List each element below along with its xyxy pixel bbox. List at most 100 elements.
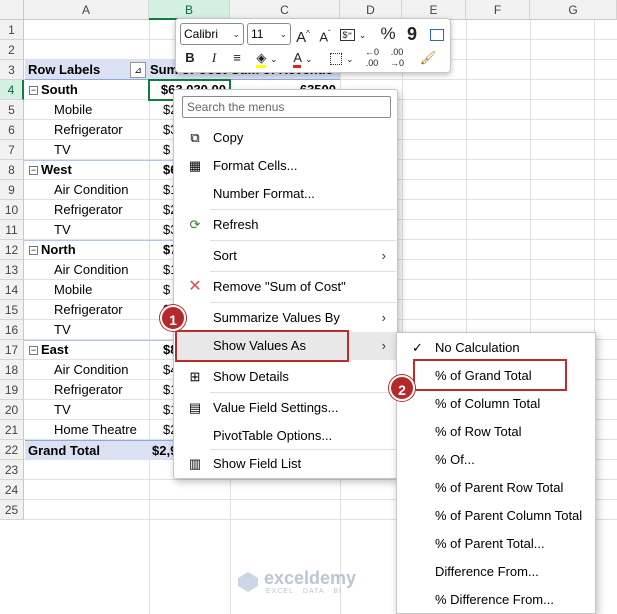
row-header-12[interactable]: 12 bbox=[0, 240, 24, 260]
font-color-button[interactable]: A ⌄ bbox=[288, 47, 318, 69]
percent-style-button[interactable]: % bbox=[378, 23, 398, 45]
accounting-format-button[interactable]: $⁼ ⌄ bbox=[339, 23, 367, 45]
column-header-d[interactable]: D bbox=[340, 0, 402, 20]
comma-style-button[interactable]: 9 bbox=[404, 23, 420, 45]
align-center-icon: ≡ bbox=[233, 50, 241, 65]
pivot-item-label[interactable]: Mobile bbox=[25, 100, 149, 120]
submenu-item-no-calculation[interactable]: ✓ No Calculation bbox=[398, 334, 595, 362]
menu-item-remove-field[interactable]: ✕ Remove "Sum of Cost" bbox=[175, 273, 396, 301]
row-header-24[interactable]: 24 bbox=[0, 480, 24, 500]
collapse-icon[interactable]: − bbox=[29, 86, 38, 95]
row-header-15[interactable]: 15 bbox=[0, 300, 24, 320]
pivot-item-label[interactable]: Refrigerator bbox=[25, 200, 149, 220]
font-size-combo[interactable]: 11 ⌄ bbox=[247, 23, 291, 45]
submenu-item-percent-difference-from[interactable]: % Difference From... bbox=[398, 586, 595, 614]
row-header-16[interactable]: 16 bbox=[0, 320, 24, 340]
menu-search-input[interactable]: Search the menus bbox=[182, 96, 391, 118]
submenu-item-percent-of-parent-row-total[interactable]: % of Parent Row Total bbox=[398, 474, 595, 502]
pivot-item-label[interactable]: Air Condition bbox=[25, 260, 149, 280]
row-header-13[interactable]: 13 bbox=[0, 260, 24, 280]
row-header-8[interactable]: 8 bbox=[0, 160, 24, 180]
column-header-b[interactable]: B bbox=[149, 0, 230, 20]
pivot-item-label[interactable]: Mobile bbox=[25, 280, 149, 300]
menu-item-copy[interactable]: ⧉ Copy bbox=[175, 124, 396, 152]
pivot-item-label[interactable]: Refrigerator bbox=[25, 380, 149, 400]
pivot-item-label[interactable]: TV bbox=[25, 400, 149, 420]
borders-button[interactable]: ⌄ bbox=[328, 47, 356, 69]
column-header-a[interactable]: A bbox=[24, 0, 149, 20]
menu-item-show-details[interactable]: ⊞ Show Details bbox=[175, 363, 396, 391]
pivot-region-label[interactable]: − West bbox=[25, 160, 149, 180]
fill-color-button[interactable]: ◈ ⌄ bbox=[252, 47, 282, 69]
row-header-22[interactable]: 22 bbox=[0, 440, 24, 460]
font-name-combo[interactable]: Calibri ⌄ bbox=[180, 23, 244, 45]
menu-item-sort[interactable]: Sort › bbox=[175, 242, 396, 270]
menu-item-format-cells[interactable]: ▦ Format Cells... bbox=[175, 152, 396, 180]
format-painter-button[interactable]: 🖌 bbox=[418, 47, 438, 69]
format-cells-icon: ▦ bbox=[188, 158, 202, 173]
menu-item-show-field-list[interactable]: ▥ Show Field List bbox=[175, 450, 396, 478]
pivot-region-label[interactable]: − South bbox=[25, 80, 149, 100]
row-header-20[interactable]: 20 bbox=[0, 400, 24, 420]
row-header-19[interactable]: 19 bbox=[0, 380, 24, 400]
pivot-region-label[interactable]: − North bbox=[25, 240, 149, 260]
row-header-11[interactable]: 11 bbox=[0, 220, 24, 240]
row-header-25[interactable]: 25 bbox=[0, 500, 24, 520]
row-header-9[interactable]: 9 bbox=[0, 180, 24, 200]
row-header-6[interactable]: 6 bbox=[0, 120, 24, 140]
submenu-item-difference-from[interactable]: Difference From... bbox=[398, 558, 595, 586]
submenu-item-percent-of-parent-total[interactable]: % of Parent Total... bbox=[398, 530, 595, 558]
pivot-item-label[interactable]: TV bbox=[25, 220, 149, 240]
column-header-g[interactable]: G bbox=[530, 0, 617, 20]
row-header-3[interactable]: 3 bbox=[0, 60, 24, 80]
collapse-icon[interactable]: − bbox=[29, 166, 38, 175]
pivot-item-label[interactable]: Air Condition bbox=[25, 180, 149, 200]
paintbrush-icon: 🖌 bbox=[419, 50, 437, 65]
row-header-10[interactable]: 10 bbox=[0, 200, 24, 220]
row-labels-filter-button[interactable]: ⊿ bbox=[130, 62, 146, 78]
pivot-item-label[interactable]: Refrigerator bbox=[25, 300, 149, 320]
decrease-decimal-button[interactable]: .00 →0 bbox=[387, 47, 407, 69]
row-header-4[interactable]: 4 bbox=[0, 80, 24, 100]
column-header-c[interactable]: C bbox=[230, 0, 340, 20]
row-header-18[interactable]: 18 bbox=[0, 360, 24, 380]
menu-item-value-field-settings[interactable]: ▤ Value Field Settings... bbox=[175, 394, 396, 422]
increase-decimal-button[interactable]: ←0.00 bbox=[362, 47, 382, 69]
row-header-1[interactable]: 1 bbox=[0, 20, 24, 40]
submenu-item-percent-of-row-total[interactable]: % of Row Total bbox=[398, 418, 595, 446]
collapse-icon[interactable]: − bbox=[29, 346, 38, 355]
increase-font-button[interactable]: A^ bbox=[294, 23, 312, 46]
column-header-e[interactable]: E bbox=[402, 0, 466, 20]
menu-item-summarize-values-by[interactable]: Summarize Values By › bbox=[175, 304, 396, 332]
pivot-region-label[interactable]: − East bbox=[25, 340, 149, 360]
row-header-7[interactable]: 7 bbox=[0, 140, 24, 160]
italic-button[interactable]: I bbox=[206, 47, 222, 69]
submenu-item-percent-of-parent-column-total[interactable]: % of Parent Column Total bbox=[398, 502, 595, 530]
select-all-corner[interactable] bbox=[0, 0, 24, 20]
decrease-font-button[interactable]: Aˇ bbox=[316, 23, 334, 45]
format-table-button[interactable] bbox=[428, 23, 446, 45]
submenu-item-percent-of[interactable]: % Of... bbox=[398, 446, 595, 474]
pivot-item-label[interactable]: TV bbox=[25, 320, 149, 340]
pivot-item-label[interactable]: Air Condition bbox=[25, 360, 149, 380]
column-header-f[interactable]: F bbox=[466, 0, 530, 20]
menu-item-pivottable-options[interactable]: PivotTable Options... bbox=[175, 422, 396, 450]
collapse-icon[interactable]: − bbox=[29, 246, 38, 255]
align-center-button[interactable]: ≡ bbox=[228, 47, 246, 69]
row-header-2[interactable]: 2 bbox=[0, 40, 24, 60]
row-header-5[interactable]: 5 bbox=[0, 100, 24, 120]
bold-button[interactable]: B bbox=[182, 47, 198, 69]
row-header-21[interactable]: 21 bbox=[0, 420, 24, 440]
menu-item-refresh[interactable]: ⟳ Refresh bbox=[175, 211, 396, 239]
pivot-item-label[interactable]: Home Theatre bbox=[25, 420, 149, 440]
row-header-23[interactable]: 23 bbox=[0, 460, 24, 480]
submenu-item-percent-of-column-total[interactable]: % of Column Total bbox=[398, 390, 595, 418]
mini-formatting-toolbar: Calibri ⌄ 11 ⌄ A^ Aˇ $⁼ ⌄ % 9 B I ≡ ◈ ⌄ A … bbox=[175, 18, 451, 73]
row-header-14[interactable]: 14 bbox=[0, 280, 24, 300]
grand-total-value[interactable]: $2,9 bbox=[149, 440, 174, 460]
grand-total-label[interactable]: Grand Total bbox=[25, 440, 149, 460]
pivot-item-label[interactable]: Refrigerator bbox=[25, 120, 149, 140]
row-header-17[interactable]: 17 bbox=[0, 340, 24, 360]
menu-item-number-format[interactable]: Number Format... bbox=[175, 180, 396, 208]
pivot-item-label[interactable]: TV bbox=[25, 140, 149, 160]
